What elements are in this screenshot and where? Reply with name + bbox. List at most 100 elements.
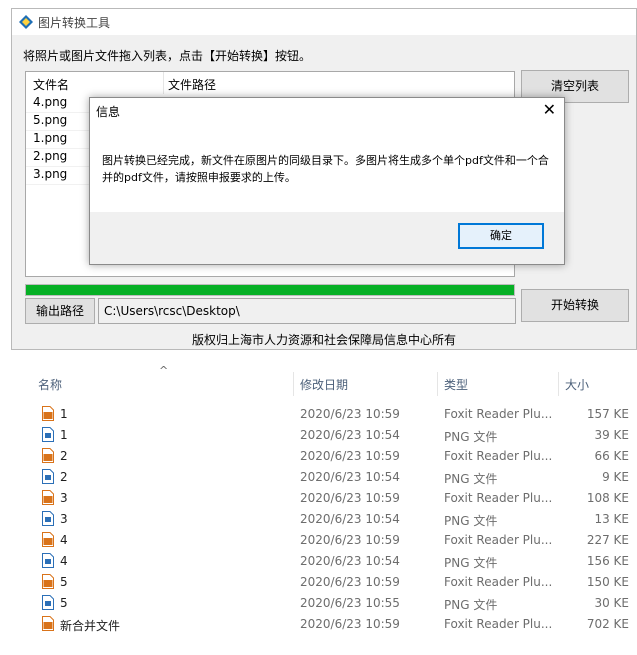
file-name: 4	[60, 554, 68, 568]
file-type: Foxit Reader Plu...	[444, 533, 553, 547]
column-header-path[interactable]: 文件路径	[168, 76, 216, 93]
app-logo-icon	[19, 15, 33, 29]
pdf-icon	[42, 406, 54, 421]
file-size: 227 KE	[586, 533, 629, 547]
file-type: PNG 文件	[444, 514, 498, 528]
app-title: 图片转换工具	[38, 16, 111, 30]
column-divider[interactable]	[163, 72, 164, 94]
dialog-footer: 确定	[90, 212, 564, 264]
file-name: 1	[60, 407, 68, 421]
copyright-text: 版权归上海市人力资源和社会保障局信息中心所有	[191, 333, 456, 347]
file-list-header: 文件名 文件路径	[26, 72, 514, 94]
file-name: 2	[60, 449, 68, 463]
file-size: 702 KE	[586, 617, 629, 631]
modified-date: 2020/6/23 10:59	[300, 533, 400, 547]
modified-date: 2020/6/23 10:54	[300, 428, 400, 442]
ok-button[interactable]: 确定	[458, 223, 544, 249]
app-titlebar[interactable]: 图片转换工具	[12, 9, 636, 35]
file-name: 5	[60, 596, 68, 610]
modified-date: 2020/6/23 10:54	[300, 470, 400, 484]
modified-date: 2020/6/23 10:55	[300, 596, 400, 610]
modified-date: 2020/6/23 10:59	[300, 617, 400, 631]
progress-bar	[25, 284, 515, 296]
file-name: 3.png	[33, 167, 68, 181]
pdf-icon	[42, 448, 54, 463]
file-name: 5.png	[33, 113, 68, 127]
modified-date: 2020/6/23 10:59	[300, 491, 400, 505]
file-explorer-list: ^ 名称 修改日期 类型 大小 1 2020/6/23 10:59 Foxit Re…	[0, 356, 637, 655]
column-header-type[interactable]: 类型	[444, 376, 468, 393]
png-icon	[42, 595, 54, 610]
column-divider[interactable]	[293, 372, 294, 396]
file-name: 3	[60, 491, 68, 505]
modified-date: 2020/6/23 10:59	[300, 449, 400, 463]
file-size: 13 KE	[594, 512, 629, 526]
file-type: PNG 文件	[444, 472, 498, 486]
file-type: PNG 文件	[444, 556, 498, 570]
file-type: Foxit Reader Plu...	[444, 407, 553, 421]
column-divider[interactable]	[558, 372, 559, 396]
table-row[interactable]: 3 2020/6/23 10:59 Foxit Reader Plu... 108 K…	[0, 488, 637, 509]
column-header-name[interactable]: 名称	[38, 376, 62, 393]
table-row[interactable]: 1 2020/6/23 10:54 PNG 文件 39 KE	[0, 425, 637, 446]
file-size: 108 KE	[586, 491, 629, 505]
file-name: 2.png	[33, 149, 68, 163]
start-convert-button[interactable]: 开始转换	[521, 289, 629, 322]
png-icon	[42, 427, 54, 442]
file-type: Foxit Reader Plu...	[444, 491, 553, 505]
png-icon	[42, 469, 54, 484]
file-size: 156 KE	[586, 554, 629, 568]
close-icon[interactable]: ✕	[543, 101, 556, 119]
file-name: 4	[60, 533, 68, 547]
instruction-text: 将照片或图片文件拖入列表，点击【开始转换】按钮。	[23, 49, 312, 63]
file-name: 3	[60, 512, 68, 526]
pdf-icon	[42, 616, 54, 631]
file-name: 4.png	[33, 95, 68, 109]
modified-date: 2020/6/23 10:59	[300, 407, 400, 421]
file-type: PNG 文件	[444, 430, 498, 444]
pdf-icon	[42, 490, 54, 505]
file-type: PNG 文件	[444, 598, 498, 612]
column-header-name[interactable]: 文件名	[33, 76, 69, 93]
file-size: 157 KE	[586, 407, 629, 421]
file-name: 1.png	[33, 131, 68, 145]
modified-date: 2020/6/23 10:54	[300, 554, 400, 568]
table-row[interactable]: 2 2020/6/23 10:54 PNG 文件 9 KE	[0, 467, 637, 488]
progress-fill	[26, 285, 514, 295]
file-size: 9 KE	[602, 470, 629, 484]
file-name: 5	[60, 575, 68, 589]
file-type: Foxit Reader Plu...	[444, 449, 553, 463]
png-icon	[42, 511, 54, 526]
output-path-button[interactable]: 输出路径	[25, 298, 95, 324]
file-name: 2	[60, 470, 68, 484]
table-row[interactable]: 5 2020/6/23 10:55 PNG 文件 30 KE	[0, 593, 637, 614]
table-row[interactable]: 4 2020/6/23 10:54 PNG 文件 156 KE	[0, 551, 637, 572]
file-size: 39 KE	[594, 428, 629, 442]
dialog-message: 图片转换已经完成，新文件在原图片的同级目录下。多图片将生成多个单个pdf文件和一…	[102, 154, 549, 184]
file-type: Foxit Reader Plu...	[444, 617, 553, 631]
column-divider[interactable]	[437, 372, 438, 396]
dialog-title: 信息	[96, 105, 121, 119]
column-header-size[interactable]: 大小	[565, 376, 589, 393]
table-row[interactable]: 3 2020/6/23 10:54 PNG 文件 13 KE	[0, 509, 637, 530]
file-size: 30 KE	[594, 596, 629, 610]
table-row[interactable]: 1 2020/6/23 10:59 Foxit Reader Plu... 157 K…	[0, 404, 637, 425]
pdf-icon	[42, 574, 54, 589]
file-name: 1	[60, 428, 68, 442]
column-header-date[interactable]: 修改日期	[300, 376, 348, 393]
table-row[interactable]: 新合并文件 2020/6/23 10:59 Foxit Reader Plu... 7…	[0, 614, 637, 635]
png-icon	[42, 553, 54, 568]
file-name: 新合并文件	[60, 619, 121, 633]
table-row[interactable]: 2 2020/6/23 10:59 Foxit Reader Plu... 66 KE	[0, 446, 637, 467]
table-row[interactable]: 4 2020/6/23 10:59 Foxit Reader Plu... 227 K…	[0, 530, 637, 551]
explorer-header: 名称 修改日期 类型 大小	[0, 372, 637, 396]
file-size: 150 KE	[586, 575, 629, 589]
modified-date: 2020/6/23 10:59	[300, 575, 400, 589]
modified-date: 2020/6/23 10:54	[300, 512, 400, 526]
file-size: 66 KE	[594, 449, 629, 463]
pdf-icon	[42, 532, 54, 547]
table-row[interactable]: 5 2020/6/23 10:59 Foxit Reader Plu... 150 K…	[0, 572, 637, 593]
file-type: Foxit Reader Plu...	[444, 575, 553, 589]
info-dialog: 信息 ✕ 图片转换已经完成，新文件在原图片的同级目录下。多图片将生成多个单个pd…	[89, 97, 565, 265]
output-path-field[interactable]: C:\Users\rcsc\Desktop\	[98, 298, 516, 324]
